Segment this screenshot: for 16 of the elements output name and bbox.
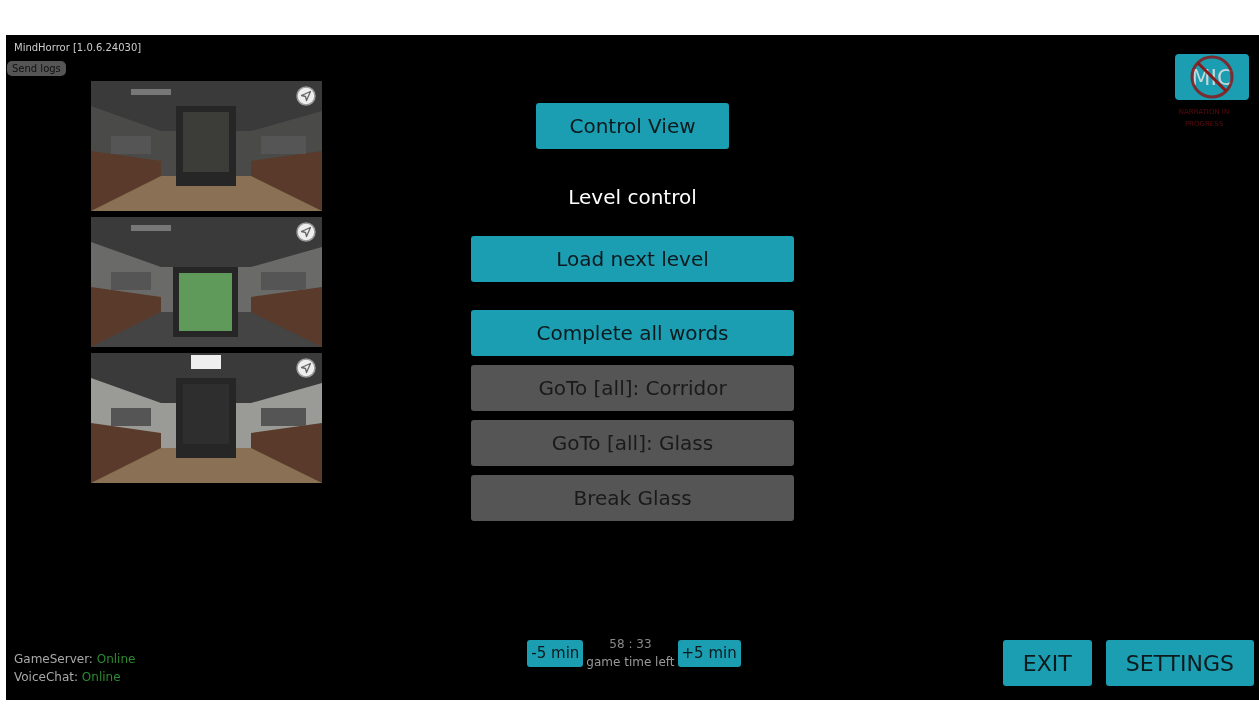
navigation-icon[interactable] <box>296 222 316 242</box>
time-left: 58 : 33 <box>609 636 652 653</box>
settings-button[interactable]: SETTINGS <box>1105 640 1254 686</box>
section-title: Level control <box>568 184 697 211</box>
increase-time-button[interactable]: +5 min <box>677 639 741 667</box>
load-level-button[interactable]: Load next level <box>471 236 794 282</box>
time-caption: game time left <box>586 654 675 671</box>
status-line: GameServer: Online <box>13 651 137 668</box>
control-view-button[interactable]: Control View <box>536 103 729 149</box>
navigation-icon[interactable] <box>296 358 316 378</box>
app-title: MindHorror [1.0.6.24030] <box>13 41 143 55</box>
status-line: VoiceChat: Online <box>13 669 122 686</box>
exit-button[interactable]: EXIT <box>1002 640 1092 686</box>
navigation-icon[interactable] <box>296 86 316 106</box>
command-button[interactable]: Complete all words <box>471 310 794 356</box>
decrease-time-button[interactable]: -5 min <box>527 639 584 667</box>
